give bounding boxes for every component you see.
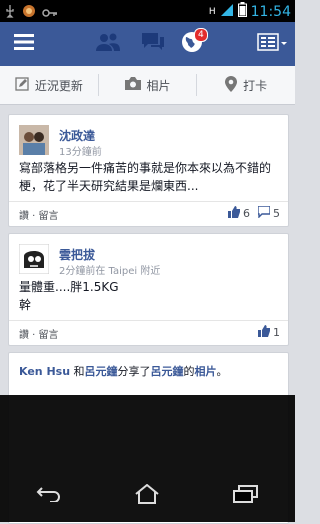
status-update-label: 近況更新	[34, 78, 83, 93]
chat-icon	[142, 33, 164, 55]
like-comment-links[interactable]: 讚 · 留言	[19, 207, 59, 222]
battery-icon	[237, 2, 247, 21]
key-icon	[42, 3, 58, 22]
share-connector: 。	[216, 365, 228, 378]
post-time: 13分鐘前	[59, 147, 102, 158]
like-count: 1	[273, 326, 280, 339]
overflow-menu-button[interactable]	[248, 22, 295, 66]
share-headline: Ken Hsu 和呂元鐘分享了呂元鐘的相片。	[19, 363, 228, 379]
friends-icon	[96, 33, 120, 55]
share-connector: 的	[183, 365, 195, 378]
usb-icon	[4, 3, 16, 22]
author-name[interactable]: 沈政達	[59, 127, 95, 144]
back-button[interactable]	[36, 486, 62, 506]
clock: 11:54	[250, 3, 291, 20]
photo-button[interactable]: 相片	[99, 66, 197, 104]
post-text: 量體重....胖1.5KG 幹	[19, 278, 119, 314]
notification-badge: 4	[194, 28, 208, 42]
post-text-line: 梗，花了半天研究結果是爛東西...	[19, 179, 199, 193]
post-time: 2分鐘前在 Taipei 附近	[59, 266, 161, 277]
camera-icon	[124, 77, 141, 93]
recent-apps-button[interactable]	[232, 485, 259, 507]
network-type: H	[208, 6, 216, 17]
thumbs-up-icon	[258, 325, 270, 340]
friend-link[interactable]: 呂元鐘	[85, 365, 118, 378]
list-menu-icon	[256, 33, 287, 55]
pencil-icon	[15, 76, 29, 94]
composer-bar: 近況更新 相片 打卡	[0, 66, 295, 105]
checkin-button[interactable]: 打卡	[197, 66, 295, 104]
photo-link[interactable]: 相片	[195, 365, 217, 378]
home-button[interactable]	[134, 483, 160, 508]
comment-icon	[257, 205, 271, 221]
story-footer: 讚 · 留言 6 5	[9, 201, 288, 226]
post-text: 寫部落格另一件痛苦的事就是你本來以為不錯的 梗，花了半天研究結果是爛東西...	[19, 159, 271, 195]
post-text-line: 幹	[19, 298, 32, 312]
like-comment-links[interactable]: 讚 · 留言	[19, 326, 59, 341]
owner-link[interactable]: 呂元鐘	[151, 365, 184, 378]
user-link[interactable]: Ken Hsu	[19, 365, 70, 378]
comment-count: 5	[273, 207, 280, 220]
feed-story: 沈政達 13分鐘前 寫部落格另一件痛苦的事就是你本來以為不錯的 梗，花了半天研究…	[8, 114, 289, 227]
status-update-button[interactable]: 近況更新	[0, 66, 98, 104]
messages-button[interactable]	[133, 22, 173, 66]
share-connector: 分享了	[117, 365, 151, 378]
like-count-button[interactable]: 6	[228, 206, 250, 221]
checkin-label: 打卡	[243, 78, 268, 93]
author-name[interactable]: 雲把拔	[59, 246, 95, 263]
navigation-bar	[0, 470, 295, 522]
friend-requests-button[interactable]	[88, 22, 128, 66]
like-count-button[interactable]: 1	[258, 325, 280, 340]
app-header: 4	[0, 22, 295, 66]
story-footer: 讚 · 留言 1	[9, 320, 288, 345]
share-connector: 和	[73, 365, 85, 378]
notifications-button[interactable]: 4	[172, 22, 212, 66]
hamburger-icon	[14, 34, 34, 54]
thumbs-up-icon	[228, 206, 240, 221]
avatar[interactable]	[18, 243, 50, 275]
post-text-line: 量體重....胖1.5KG	[19, 280, 119, 294]
location-pin-icon	[225, 75, 238, 95]
menu-button[interactable]	[0, 22, 48, 66]
status-bar: H 11:54	[0, 0, 295, 22]
signal-icon	[220, 2, 234, 21]
post-text-line: 寫部落格另一件痛苦的事就是你本來以為不錯的	[19, 161, 272, 175]
like-count: 6	[243, 207, 250, 220]
app-icon	[22, 3, 36, 22]
photo-label: 相片	[146, 78, 171, 93]
comment-count-button[interactable]: 5	[257, 205, 280, 221]
avatar[interactable]	[19, 125, 49, 155]
feed-story: 雲把拔 2分鐘前在 Taipei 附近 量體重....胖1.5KG 幹 讚 · …	[8, 233, 289, 346]
